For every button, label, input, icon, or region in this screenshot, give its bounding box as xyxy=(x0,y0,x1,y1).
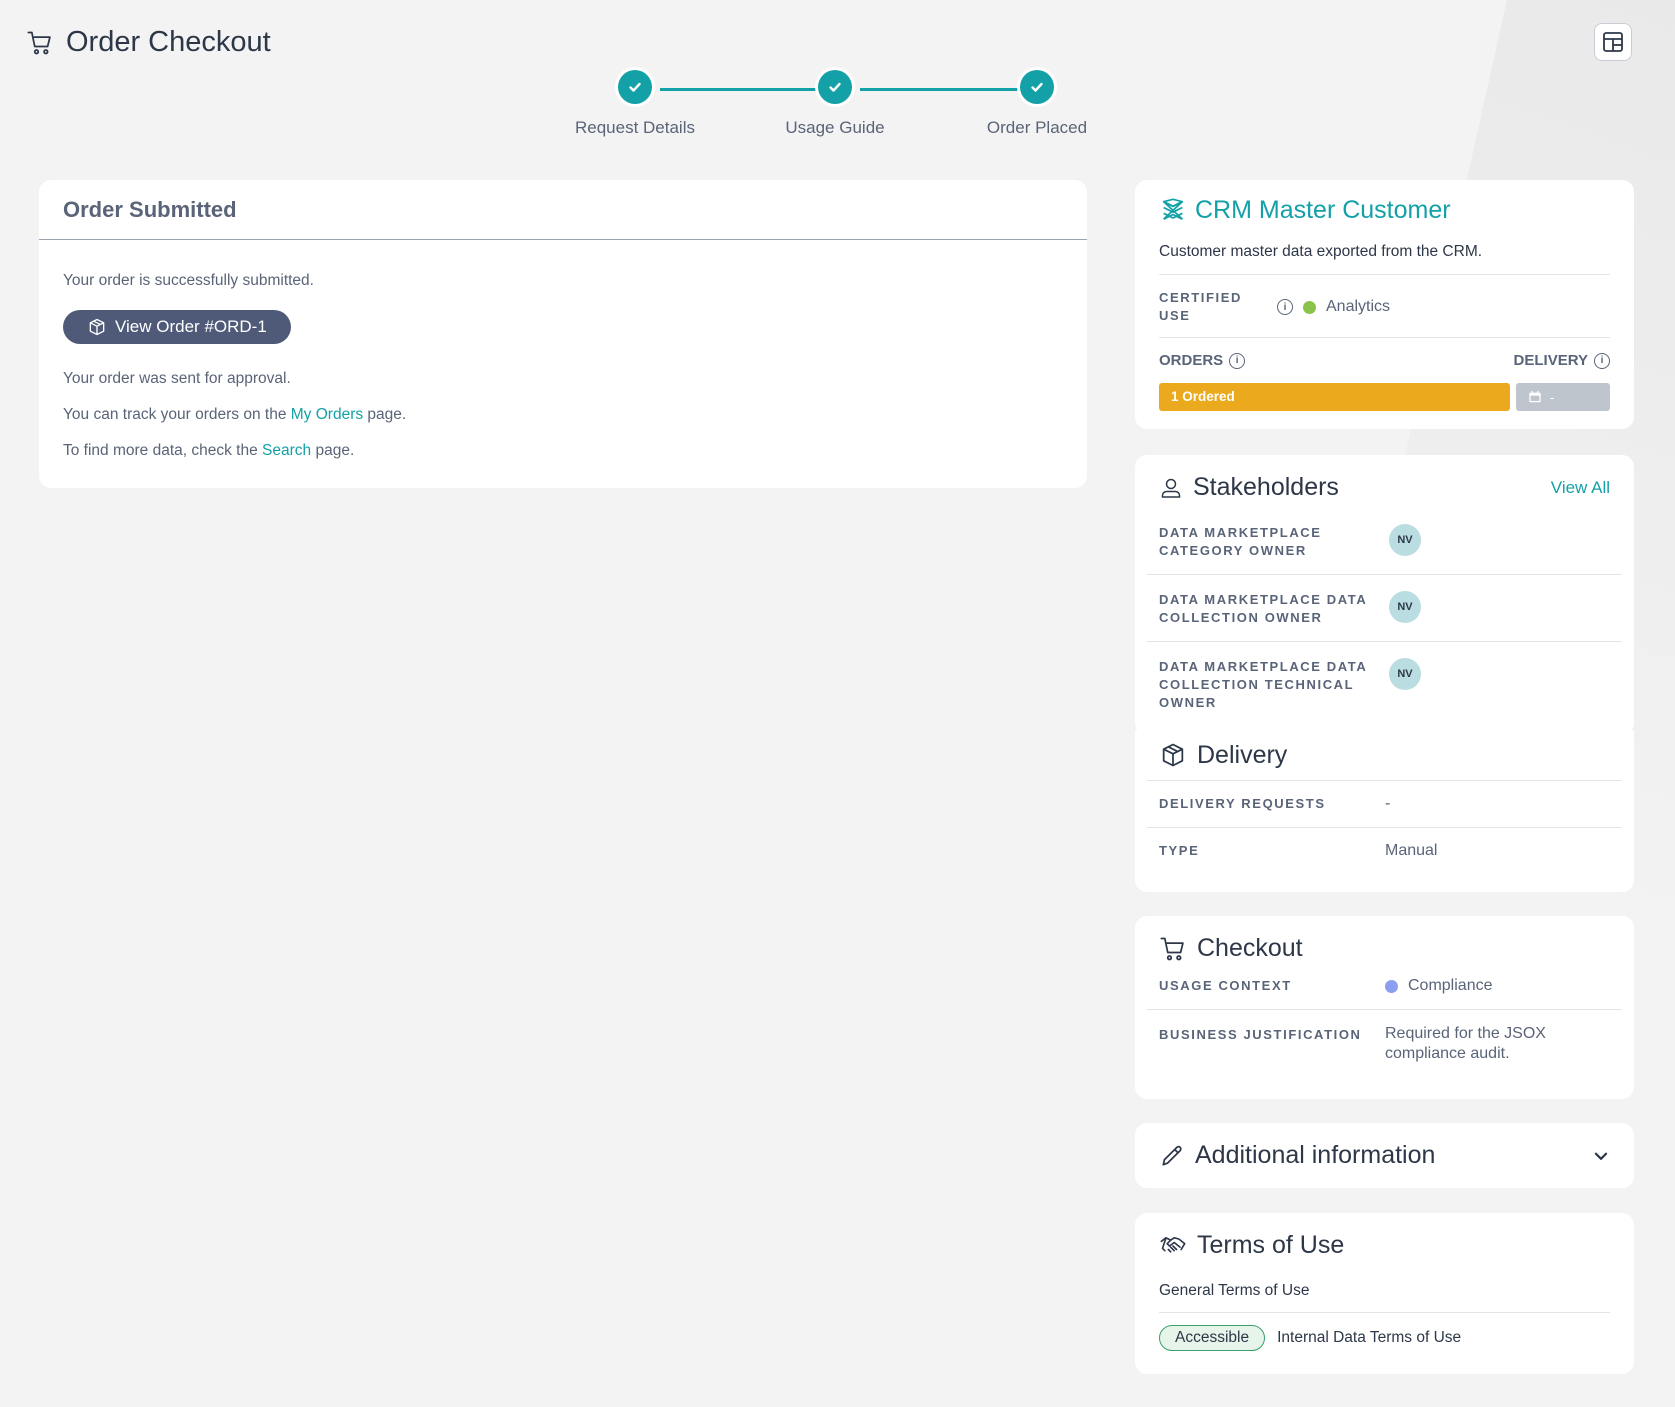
view-order-button[interactable]: View Order #ORD-1 xyxy=(63,310,291,344)
terms-title: Terms of Use xyxy=(1197,1231,1345,1259)
stakeholders-title: Stakeholders xyxy=(1193,473,1339,501)
delivery-type-label: TYPE xyxy=(1159,843,1200,858)
usage-context-label: USAGE CONTEXT xyxy=(1159,978,1292,993)
stakeholders-header: Stakeholders View All xyxy=(1159,473,1610,502)
order-status-bars: 1 Ordered - xyxy=(1159,383,1610,411)
avatar[interactable]: NV xyxy=(1389,591,1421,623)
certified-use-label: CERTIFIED USE xyxy=(1159,290,1243,323)
checkout-header: Checkout xyxy=(1159,934,1610,963)
delivery-type-row: TYPE Manual xyxy=(1147,827,1622,874)
avatar[interactable]: NV xyxy=(1389,658,1421,690)
view-all-link[interactable]: View All xyxy=(1551,478,1610,498)
delivery-title: Delivery xyxy=(1197,740,1288,769)
approval-text: Your order was sent for approval. xyxy=(63,370,291,387)
info-icon[interactable]: i xyxy=(1277,299,1293,315)
check-icon xyxy=(1020,70,1054,104)
certified-use-value: Analytics xyxy=(1326,298,1391,315)
business-justification-value: Required for the JSOX compliance audit. xyxy=(1385,1025,1546,1062)
page-title: Order Checkout xyxy=(66,26,271,58)
additional-info-card[interactable]: Additional information xyxy=(1135,1123,1634,1188)
search-link[interactable]: Search xyxy=(262,442,311,459)
page-header: Order Checkout xyxy=(26,26,271,59)
track-prefix: You can track your orders on the xyxy=(63,406,287,423)
avatar[interactable]: NV xyxy=(1389,524,1421,556)
check-icon xyxy=(618,70,652,104)
usage-context-row: USAGE CONTEXT Compliance xyxy=(1147,963,1622,1009)
business-justification-label: BUSINESS JUSTIFICATION xyxy=(1159,1027,1362,1042)
business-justification-row: BUSINESS JUSTIFICATION Required for the … xyxy=(1147,1009,1622,1078)
additional-info-header: Additional information xyxy=(1159,1141,1592,1170)
pencil-icon xyxy=(1159,1143,1185,1169)
product-name: CRM Master Customer xyxy=(1195,196,1451,224)
certified-use-row: CERTIFIED USE i Analytics xyxy=(1159,275,1610,338)
delivery-requests-row: DELIVERY REQUESTS - xyxy=(1147,780,1622,827)
delivery-type-value: Manual xyxy=(1385,842,1438,859)
view-order-label: View Order #ORD-1 xyxy=(115,317,267,336)
layout-icon xyxy=(1601,30,1625,54)
delivery-label: DELIVERY xyxy=(1513,352,1588,369)
step-label: Order Placed xyxy=(986,118,1088,137)
product-card: CRM Master Customer Customer master data… xyxy=(1135,180,1634,429)
find-suffix: page. xyxy=(315,442,355,459)
delivery-bar[interactable]: - xyxy=(1516,383,1610,411)
product-title-row[interactable]: CRM Master Customer xyxy=(1159,196,1610,225)
internal-terms[interactable]: Internal Data Terms of Use xyxy=(1277,1329,1461,1347)
find-prefix: To find more data, check the xyxy=(63,442,258,459)
delivery-header: Delivery xyxy=(1159,730,1610,780)
info-icon[interactable]: i xyxy=(1229,352,1246,369)
my-orders-link[interactable]: My Orders xyxy=(291,406,363,423)
order-submitted-card: Order Submitted Your order is successful… xyxy=(39,180,1087,488)
general-terms[interactable]: General Terms of Use xyxy=(1159,1260,1610,1313)
step-usage-guide[interactable]: Usage Guide xyxy=(755,70,915,138)
delivery-requests-label: DELIVERY REQUESTS xyxy=(1159,796,1326,811)
status-dot xyxy=(1385,979,1398,993)
success-text: Your order is successfully submitted. xyxy=(63,272,314,289)
step-order-placed[interactable]: Order Placed xyxy=(957,70,1117,138)
delivery-requests-value: - xyxy=(1385,795,1391,812)
find-data-text: To find more data, check the Search page… xyxy=(63,442,1063,460)
usage-context-value: Compliance xyxy=(1408,977,1493,994)
calendar-icon xyxy=(1528,390,1542,404)
track-orders-text: You can track your orders on the My Orde… xyxy=(63,406,1063,424)
stakeholder-role: DATA MARKETPLACE DATA COLLECTION OWNER xyxy=(1159,592,1367,625)
stakeholder-row: DATA MARKETPLACE DATA COLLECTION TECHNIC… xyxy=(1147,642,1622,726)
terms-card: Terms of Use General Terms of Use Access… xyxy=(1135,1213,1634,1374)
stakeholder-row: DATA MARKETPLACE DATA COLLECTION OWNER N… xyxy=(1147,575,1622,642)
ordered-bar[interactable]: 1 Ordered xyxy=(1159,383,1510,411)
delivery-bar-value: - xyxy=(1550,389,1555,405)
orders-label: ORDERS xyxy=(1159,352,1224,369)
stakeholder-row: DATA MARKETPLACE CATEGORY OWNER NV xyxy=(1147,508,1622,575)
checkout-stepper: Request Details Usage Guide Order Placed xyxy=(560,70,1090,150)
step-label: Usage Guide xyxy=(785,118,885,137)
box-icon xyxy=(1159,741,1187,769)
delivery-card: Delivery DELIVERY REQUESTS - TYPE Manual xyxy=(1135,730,1634,892)
order-card-title: Order Submitted xyxy=(39,180,1087,240)
status-dot xyxy=(1303,300,1316,314)
internal-terms-row: Accessible Internal Data Terms of Use xyxy=(1159,1313,1610,1351)
track-suffix: page. xyxy=(367,406,407,423)
additional-info-title: Additional information xyxy=(1195,1141,1436,1169)
step-request-details[interactable]: Request Details xyxy=(555,70,715,138)
box-icon xyxy=(87,317,107,337)
checkout-card: Checkout USAGE CONTEXT Compliance BUSINE… xyxy=(1135,916,1634,1099)
stakeholder-role: DATA MARKETPLACE DATA COLLECTION TECHNIC… xyxy=(1159,659,1367,710)
chevron-down-icon[interactable] xyxy=(1592,1147,1610,1165)
cart-icon xyxy=(1159,935,1187,963)
stakeholder-role: DATA MARKETPLACE CATEGORY OWNER xyxy=(1159,525,1322,558)
dataset-icon xyxy=(1159,197,1187,225)
step-label: Request Details xyxy=(574,118,695,137)
info-icon[interactable]: i xyxy=(1594,352,1610,369)
checkout-title: Checkout xyxy=(1197,934,1303,962)
terms-header: Terms of Use xyxy=(1159,1231,1610,1260)
product-description: Customer master data exported from the C… xyxy=(1159,243,1610,275)
cart-icon xyxy=(26,29,54,57)
orders-delivery-header: ORDERS i DELIVERY i xyxy=(1159,338,1610,369)
user-icon xyxy=(1159,476,1183,500)
accessible-badge: Accessible xyxy=(1159,1325,1266,1351)
handshake-icon xyxy=(1159,1232,1187,1260)
layout-toggle-button[interactable] xyxy=(1594,23,1632,61)
stakeholders-card: Stakeholders View All DATA MARKETPLACE C… xyxy=(1135,455,1634,735)
check-icon xyxy=(818,70,852,104)
